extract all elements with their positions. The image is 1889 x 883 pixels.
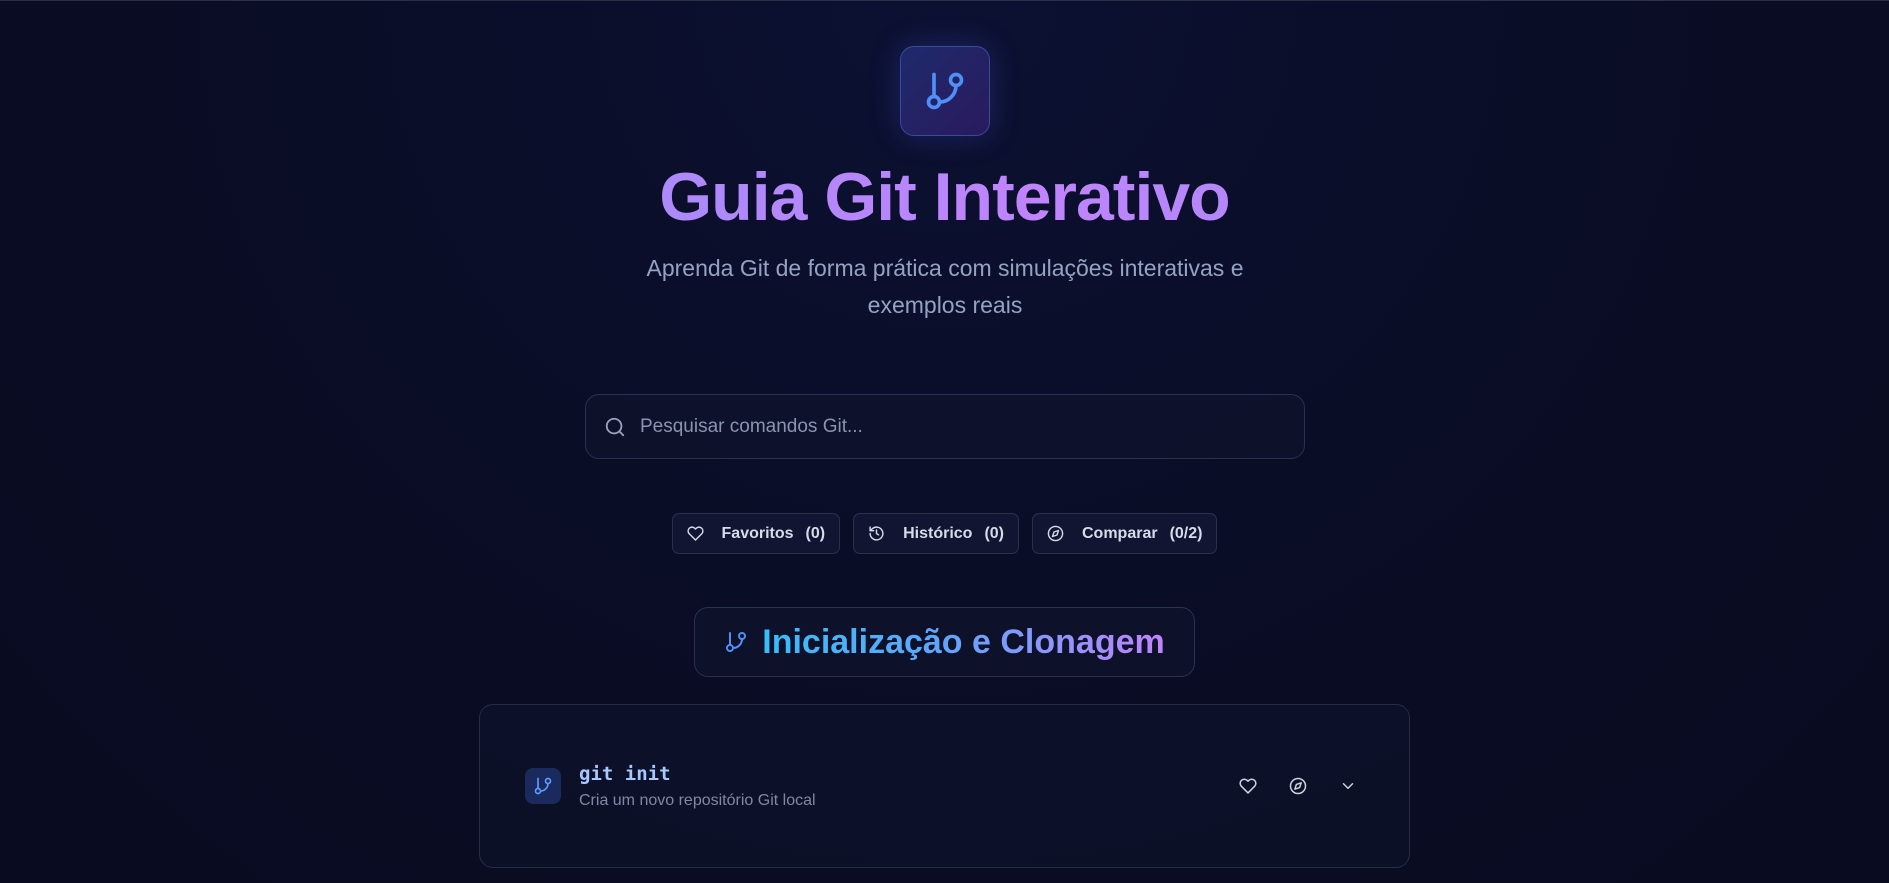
- filter-chips: Favoritos (0) Histórico (0) Comparar (0/…: [0, 513, 1889, 554]
- chevron-down-icon: [1342, 783, 1354, 789]
- history-icon: [869, 526, 884, 541]
- search-box[interactable]: [585, 394, 1305, 459]
- history-button[interactable]: Histórico (0): [853, 513, 1019, 554]
- page-title: Guia Git Interativo: [0, 158, 1889, 236]
- git-branch-icon: [726, 632, 747, 652]
- window-top-border: [0, 0, 1889, 1]
- heart-icon: [1239, 778, 1257, 794]
- favorites-button[interactable]: Favoritos (0): [671, 513, 841, 554]
- command-actions: [1235, 773, 1361, 799]
- section-title: Inicialização e Clonagem: [762, 622, 1165, 661]
- command-name: git init: [579, 763, 671, 785]
- favorite-button[interactable]: [1235, 773, 1261, 799]
- compare-count: (0/2): [1169, 524, 1203, 542]
- command-icon: [525, 768, 561, 804]
- git-branch-icon: [926, 72, 964, 110]
- history-label: Histórico: [903, 524, 973, 542]
- git-branch-icon: [534, 777, 552, 795]
- app-logo: [900, 46, 990, 136]
- favorites-label: Favoritos: [721, 524, 794, 542]
- search-icon: [605, 417, 625, 436]
- compass-icon: [1289, 777, 1307, 795]
- compare-label: Comparar: [1082, 524, 1158, 542]
- heart-icon: [686, 526, 704, 541]
- page-subtitle: Aprenda Git de forma prática com simulaç…: [646, 255, 1244, 318]
- command-card[interactable]: git init Cria um novo repositório Git lo…: [479, 704, 1410, 868]
- command-description: Cria um novo repositório Git local: [579, 792, 816, 809]
- favorites-count: (0): [805, 524, 826, 542]
- section-header: Inicialização e Clonagem: [694, 607, 1195, 677]
- search-input[interactable]: [640, 415, 1280, 438]
- page: Guia Git Interativo Aprenda Git de forma…: [0, 0, 1889, 883]
- history-count: (0): [984, 524, 1004, 542]
- compare-toggle-button[interactable]: [1285, 773, 1311, 799]
- compass-icon: [1047, 525, 1064, 542]
- expand-button[interactable]: [1335, 773, 1361, 799]
- compare-button[interactable]: Comparar (0/2): [1032, 513, 1218, 554]
